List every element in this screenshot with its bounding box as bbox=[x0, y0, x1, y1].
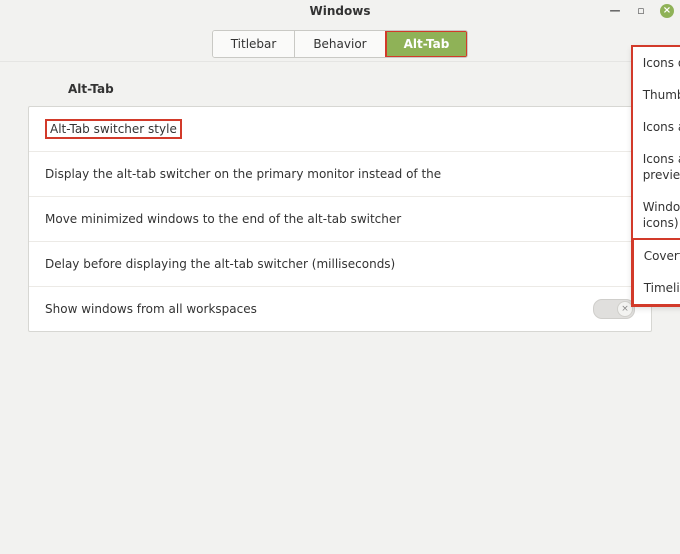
row-delay[interactable]: Delay before displaying the alt-tab swit… bbox=[29, 242, 651, 287]
minimize-button[interactable]: — bbox=[608, 4, 622, 18]
window-controls: — ▫ × bbox=[608, 0, 674, 22]
close-button[interactable]: × bbox=[660, 4, 674, 18]
style-dropdown[interactable]: Icons only Thumbnails only Icons and thu… bbox=[632, 46, 680, 306]
row-all-workspaces: Show windows from all workspaces × bbox=[29, 287, 651, 331]
dropdown-3d-group: Coverflow (3D) Timeline (3D) bbox=[632, 238, 680, 306]
dropdown-item-icons-preview[interactable]: Icons and window preview bbox=[633, 143, 680, 191]
dropdown-item-thumbnails-only[interactable]: Thumbnails only bbox=[633, 79, 680, 111]
dropdown-item-coverflow[interactable]: Coverflow (3D) bbox=[634, 240, 680, 272]
row-all-workspaces-label: Show windows from all workspaces bbox=[45, 302, 257, 316]
dropdown-item-window-preview[interactable]: Window preview (no icons) bbox=[633, 191, 680, 239]
dropdown-item-icons-thumbnails[interactable]: Icons and thumbnails bbox=[633, 111, 680, 143]
toggle-all-workspaces[interactable]: × bbox=[593, 299, 635, 319]
row-switcher-style-label: Alt-Tab switcher style bbox=[45, 119, 182, 139]
tab-alttab[interactable]: Alt-Tab bbox=[386, 31, 468, 57]
content: Alt-Tab Alt-Tab switcher style Display t… bbox=[0, 62, 680, 352]
section-title: Alt-Tab bbox=[68, 82, 652, 96]
dropdown-item-timeline[interactable]: Timeline (3D) bbox=[634, 272, 680, 304]
tab-behavior[interactable]: Behavior bbox=[295, 31, 385, 57]
toggle-knob: × bbox=[617, 301, 633, 317]
tab-titlebar[interactable]: Titlebar bbox=[213, 31, 296, 57]
dropdown-item-icons-only[interactable]: Icons only bbox=[633, 47, 680, 79]
tabs: Titlebar Behavior Alt-Tab bbox=[212, 30, 469, 58]
row-minimized-end-label: Move minimized windows to the end of the… bbox=[45, 212, 401, 226]
window-title: Windows bbox=[310, 4, 371, 18]
row-primary-monitor-label: Display the alt-tab switcher on the prim… bbox=[45, 167, 441, 181]
maximize-button[interactable]: ▫ bbox=[634, 4, 648, 18]
settings-panel: Alt-Tab switcher style Display the alt-t… bbox=[28, 106, 652, 332]
tabs-row: Titlebar Behavior Alt-Tab Icons only Thu… bbox=[0, 22, 680, 62]
row-switcher-style[interactable]: Alt-Tab switcher style bbox=[29, 107, 651, 152]
window-titlebar: Windows — ▫ × bbox=[0, 0, 680, 22]
row-delay-label: Delay before displaying the alt-tab swit… bbox=[45, 257, 395, 271]
row-primary-monitor[interactable]: Display the alt-tab switcher on the prim… bbox=[29, 152, 651, 197]
row-minimized-end[interactable]: Move minimized windows to the end of the… bbox=[29, 197, 651, 242]
